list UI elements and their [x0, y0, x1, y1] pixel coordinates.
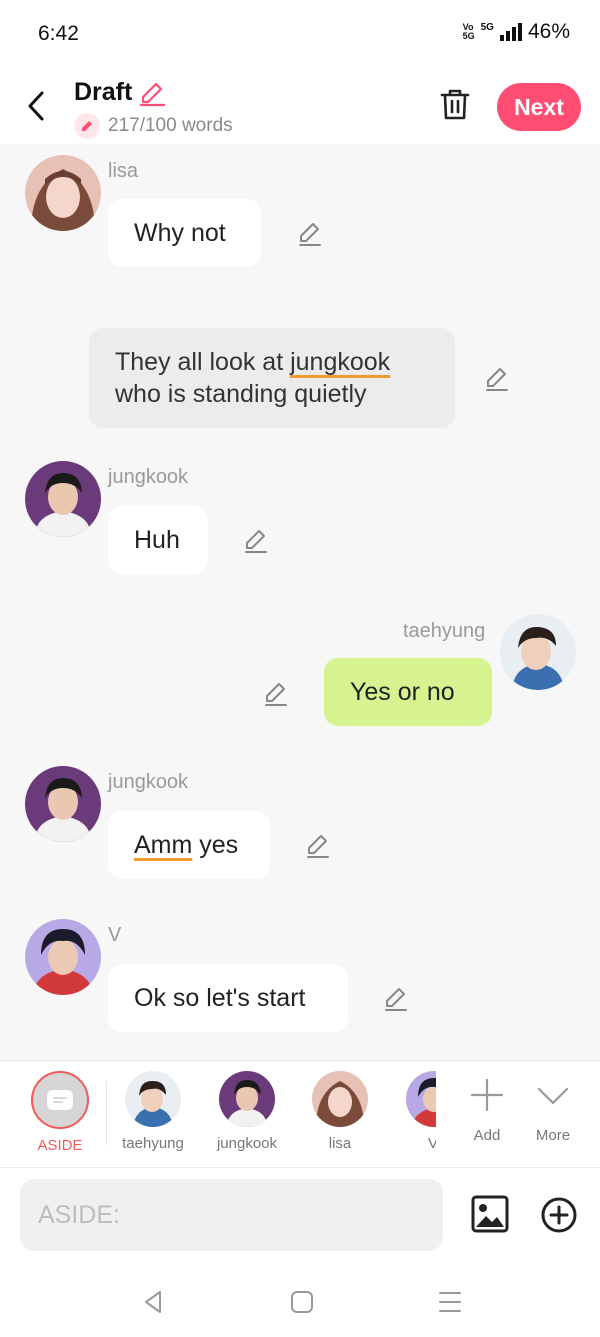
word-count-row: 217/100 words	[74, 113, 233, 139]
message-bubble[interactable]: Huh	[108, 506, 208, 574]
battery-level: 46%	[527, 20, 570, 43]
avatar-jungkook[interactable]	[25, 766, 101, 842]
sender-name: jungkook	[108, 771, 189, 793]
menu-lines-icon	[439, 1292, 461, 1312]
chevron-down-icon	[537, 1087, 569, 1105]
page-title[interactable]: Draft	[74, 78, 132, 107]
aside-icon	[31, 1071, 89, 1129]
nav-back-button[interactable]	[140, 1288, 168, 1316]
plus-icon	[470, 1078, 504, 1112]
message-bubble-own[interactable]: Yes or no	[324, 658, 492, 726]
pencil-badge-icon	[74, 113, 100, 139]
avatar-taehyung	[125, 1071, 181, 1127]
aside-input[interactable]	[20, 1179, 443, 1251]
system-nav-bar	[0, 1268, 600, 1337]
avatar-lisa[interactable]	[25, 155, 101, 231]
trash-icon	[440, 89, 470, 120]
avatar-v	[406, 1071, 436, 1127]
cast-lisa[interactable]: lisa	[305, 1071, 375, 1152]
cast-jungkook[interactable]: jungkook	[212, 1071, 282, 1152]
narration-bubble[interactable]: They all look at jungkook who is standin…	[89, 328, 455, 428]
image-icon	[471, 1195, 509, 1233]
square-home-icon	[291, 1291, 313, 1313]
message-bubble[interactable]: Why not	[108, 199, 261, 267]
add-button[interactable]	[540, 1196, 578, 1234]
network-type: 5G	[480, 22, 494, 33]
word-count: 217/100 words	[108, 115, 233, 136]
more-characters-button[interactable]: More	[518, 1071, 588, 1144]
edit-narration-icon[interactable]	[483, 365, 511, 393]
plus-circle-icon	[541, 1197, 577, 1233]
sender-name: V	[108, 924, 122, 946]
add-character-button[interactable]: Add	[452, 1071, 522, 1144]
divider	[106, 1081, 107, 1145]
volte-indicator: Vo 5G	[462, 22, 475, 41]
edit-message-icon[interactable]	[296, 220, 324, 248]
back-arrow-icon	[28, 91, 44, 121]
triangle-back-icon	[145, 1291, 161, 1313]
avatar-jungkook	[219, 1071, 275, 1127]
avatar-taehyung[interactable]	[500, 614, 576, 690]
sender-name: taehyung	[403, 620, 486, 642]
edit-message-icon[interactable]	[304, 832, 332, 860]
cast-aside[interactable]: ASIDE	[25, 1071, 95, 1154]
status-time: 6:42	[38, 22, 79, 45]
status-icons: Vo 5G 5G 46%	[463, 20, 570, 44]
sender-name: jungkook	[108, 466, 189, 488]
composer	[0, 1168, 600, 1268]
nav-recents-button[interactable]	[436, 1288, 464, 1316]
avatar-jungkook[interactable]	[25, 461, 101, 537]
edit-message-icon[interactable]	[262, 680, 290, 708]
character-selector: ASIDE taehyung jungkook lisa V Add More	[0, 1060, 600, 1168]
spellcheck-word[interactable]: Amm	[134, 831, 192, 859]
header: Draft 217/100 words Next	[0, 68, 600, 144]
insert-image-button[interactable]	[470, 1194, 510, 1234]
avatar-v[interactable]	[25, 919, 101, 995]
next-button[interactable]: Next	[497, 83, 581, 131]
edit-message-icon[interactable]	[382, 985, 410, 1013]
back-button[interactable]	[22, 88, 54, 124]
spellcheck-word[interactable]: jungkook	[290, 348, 390, 376]
avatar-lisa	[312, 1071, 368, 1127]
cast-v[interactable]: V	[398, 1071, 436, 1152]
delete-button[interactable]	[438, 86, 472, 122]
nav-home-button[interactable]	[288, 1288, 316, 1316]
sender-name: lisa	[108, 160, 139, 182]
message-bubble[interactable]: Ok so let's start	[108, 964, 348, 1032]
edit-message-icon[interactable]	[242, 527, 270, 555]
cast-taehyung[interactable]: taehyung	[118, 1071, 188, 1152]
message-bubble[interactable]: Amm yes	[108, 811, 270, 879]
edit-title-icon[interactable]	[138, 80, 166, 108]
status-bar: 6:42 Vo 5G 5G 46%	[0, 0, 600, 68]
signal-icon	[499, 23, 522, 41]
